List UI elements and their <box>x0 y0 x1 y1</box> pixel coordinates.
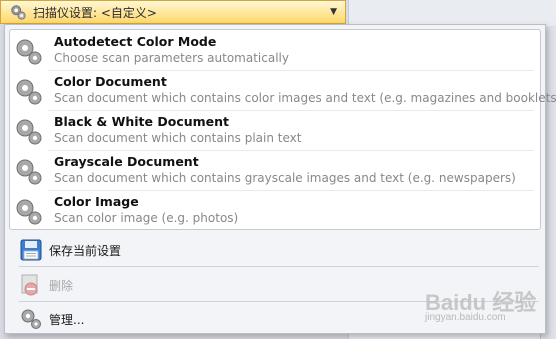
scan-mode-autodetect[interactable]: Autodetect Color Mode Choose scan paramet… <box>10 30 540 70</box>
scanner-settings-dropdown[interactable]: 扫描仪设置: <自定义> ▼ <box>0 0 346 24</box>
scan-mode-grayscale-document[interactable]: Grayscale Document Scan document which co… <box>10 150 540 190</box>
scan-mode-color-document[interactable]: Color Document Scan document which contai… <box>10 70 556 110</box>
mode-title: Color Image <box>54 194 139 209</box>
divider <box>19 266 539 267</box>
gear-icon <box>16 199 42 225</box>
delete-icon <box>21 274 38 296</box>
mode-description: Scan document which contains grayscale i… <box>54 171 516 185</box>
scan-mode-list: Autodetect Color Mode Choose scan paramet… <box>9 29 556 230</box>
save-settings-label: 保存当前设置 <box>49 243 122 258</box>
mode-description: Scan color image (e.g. photos) <box>54 211 239 225</box>
scanner-settings-label: 扫描仪设置: <自定义> <box>33 5 157 20</box>
floppy-disk-icon <box>20 239 42 261</box>
gear-icon <box>16 79 42 105</box>
gear-icon <box>16 119 42 145</box>
delete-label: 删除 <box>49 278 74 293</box>
manage-label: 管理... <box>49 312 85 327</box>
scan-mode-bw-document[interactable]: Black & White Document Scan document whic… <box>10 110 540 150</box>
watermark-url: jingyan.baidu.com <box>425 312 506 323</box>
chevron-down-icon[interactable]: ▼ <box>330 7 337 17</box>
gear-icon <box>21 309 41 329</box>
mode-description: Choose scan parameters automatically <box>54 51 289 65</box>
save-settings-button[interactable]: 保存当前设置 <box>19 236 539 264</box>
mode-title: Color Document <box>54 74 167 89</box>
mode-description: Scan document which contains plain text <box>54 131 302 145</box>
mode-title: Black & White Document <box>54 114 229 129</box>
gear-icon <box>16 159 42 185</box>
gear-icon <box>16 39 42 65</box>
gear-icon <box>11 5 26 20</box>
mode-title: Autodetect Color Mode <box>54 34 217 49</box>
mode-description: Scan document which contains color image… <box>54 91 556 105</box>
mode-title: Grayscale Document <box>54 154 199 169</box>
scan-mode-color-image[interactable]: Color Image Scan color image (e.g. photos… <box>10 190 540 230</box>
